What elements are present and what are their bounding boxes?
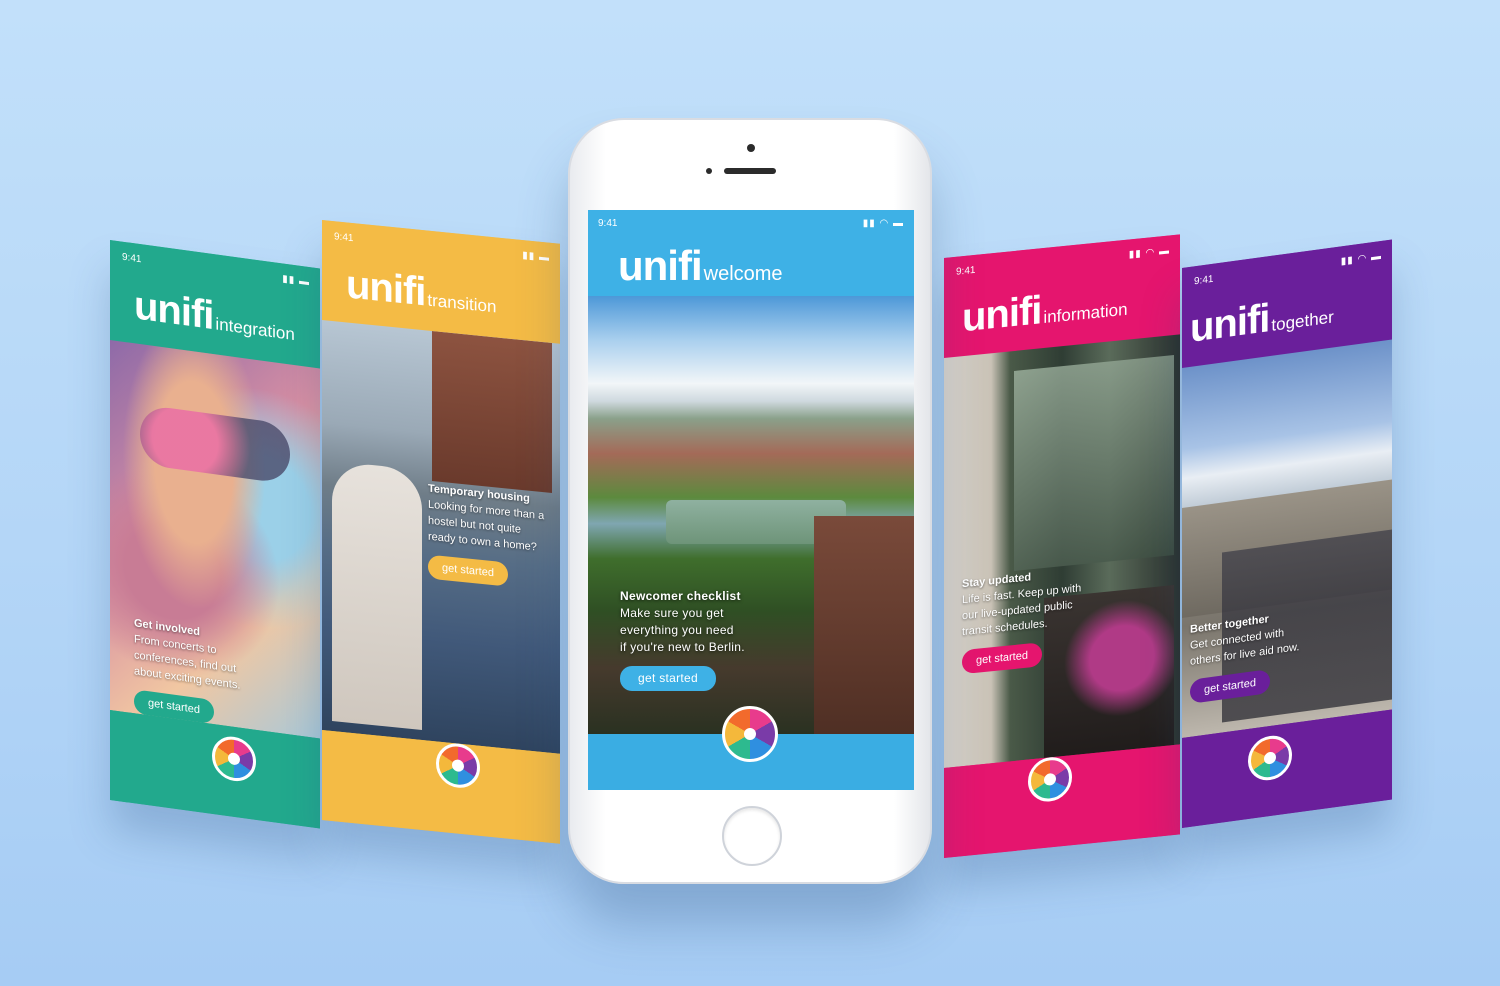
section-name: transition [427, 290, 497, 317]
signal-icon: ▮▮ [1128, 248, 1142, 261]
wifi-icon: ◠ [1357, 252, 1368, 266]
status-time: 9:41 [956, 264, 976, 278]
logo-wordmark: unifi [134, 283, 214, 339]
status-time: 9:41 [122, 251, 142, 266]
glasses-shape [140, 404, 290, 485]
battery-icon: ▬ [1159, 245, 1170, 258]
phone-device: 9:41 ▮▮ ◠ ▬ unifi welcome Newcomer checkl… [568, 118, 932, 884]
app-logo: unifi transition [346, 262, 496, 322]
section-name: welcome [703, 263, 783, 285]
screen-information: 9:41 ▮▮ ◠ ▬ unifi information Stay update… [944, 234, 1180, 858]
logo-wordmark: unifi [346, 262, 426, 315]
screen-transition: 9:41 ▮▮ ▬ unifi transition Temporary hous… [322, 220, 560, 844]
home-button[interactable] [722, 806, 782, 866]
promo-copy: Temporary housing Looking for more than … [428, 481, 544, 591]
logo-wordmark: unifi [1190, 296, 1270, 351]
promo-copy: Stay updated Life is fast. Keep up with … [962, 564, 1081, 675]
section-name: integration [215, 314, 295, 345]
promo-copy: Newcomer checklist Make sure you get eve… [620, 588, 745, 691]
screen-integration: 9:41 ▮▮ ▬ unifi integration Get involved … [110, 240, 320, 829]
screen-welcome: 9:41 ▮▮ ◠ ▬ unifi welcome Newcomer checkl… [588, 210, 914, 790]
person-shape [332, 461, 422, 730]
bus-window-shape [1014, 355, 1174, 571]
app-logo: unifi together [1190, 287, 1334, 352]
wifi-icon: ◠ [1145, 246, 1156, 259]
section-name: information [1043, 299, 1128, 328]
hero-photo [944, 334, 1180, 768]
screen-together: 9:41 ▮▮ ◠ ▬ unifi together Better togethe… [1182, 239, 1392, 828]
promo-line: if you're new to Berlin. [620, 640, 745, 654]
status-time: 9:41 [334, 231, 354, 245]
promo-line: everything you need [620, 623, 734, 637]
promo-copy: Better together Get connected with other… [1190, 607, 1299, 704]
app-logo: unifi welcome [618, 242, 783, 290]
logo-wordmark: unifi [618, 242, 703, 289]
color-wheel-icon[interactable] [722, 706, 778, 762]
signal-icon: ▮▮ [522, 250, 536, 263]
status-icons: ▮▮ ▬ [522, 250, 550, 264]
signal-icon: ▮▮ [862, 218, 876, 229]
app-logo: unifi information [962, 280, 1128, 342]
promo-heading: Newcomer checklist [620, 589, 741, 603]
signal-icon: ▮▮ [282, 273, 296, 287]
promo-line: Make sure you get [620, 606, 724, 620]
earpiece-speaker [724, 168, 776, 174]
battery-icon: ▬ [299, 275, 310, 289]
status-icons: ▮▮ ◠ ▬ [1129, 245, 1170, 260]
status-time: 9:41 [598, 218, 618, 229]
status-time: 9:41 [1194, 273, 1214, 288]
status-icons: ▮▮ ◠ ▬ [863, 218, 904, 229]
church-shape [814, 516, 914, 734]
battery-icon: ▬ [539, 251, 550, 264]
section-name: together [1271, 307, 1334, 335]
signal-icon: ▮▮ [1340, 254, 1354, 268]
front-camera [747, 144, 755, 152]
header-bar: 9:41 ▮▮ ◠ ▬ unifi welcome [588, 210, 914, 296]
promo-copy: Get involved From concerts to conference… [134, 615, 240, 727]
battery-icon: ▬ [893, 218, 904, 229]
wifi-icon: ◠ [879, 218, 890, 229]
battery-icon: ▬ [1371, 250, 1382, 264]
status-icons: ▮▮ ▬ [282, 273, 310, 288]
get-started-button[interactable]: get started [620, 666, 717, 691]
building-shape [432, 331, 552, 493]
app-logo: unifi integration [134, 283, 295, 350]
mockup-stage: 9:41 ▮▮ ▬ unifi integration Get involved … [0, 0, 1500, 986]
status-icons: ▮▮ ◠ ▬ [1341, 251, 1382, 268]
logo-wordmark: unifi [962, 288, 1042, 341]
sensor-dot [706, 168, 712, 174]
